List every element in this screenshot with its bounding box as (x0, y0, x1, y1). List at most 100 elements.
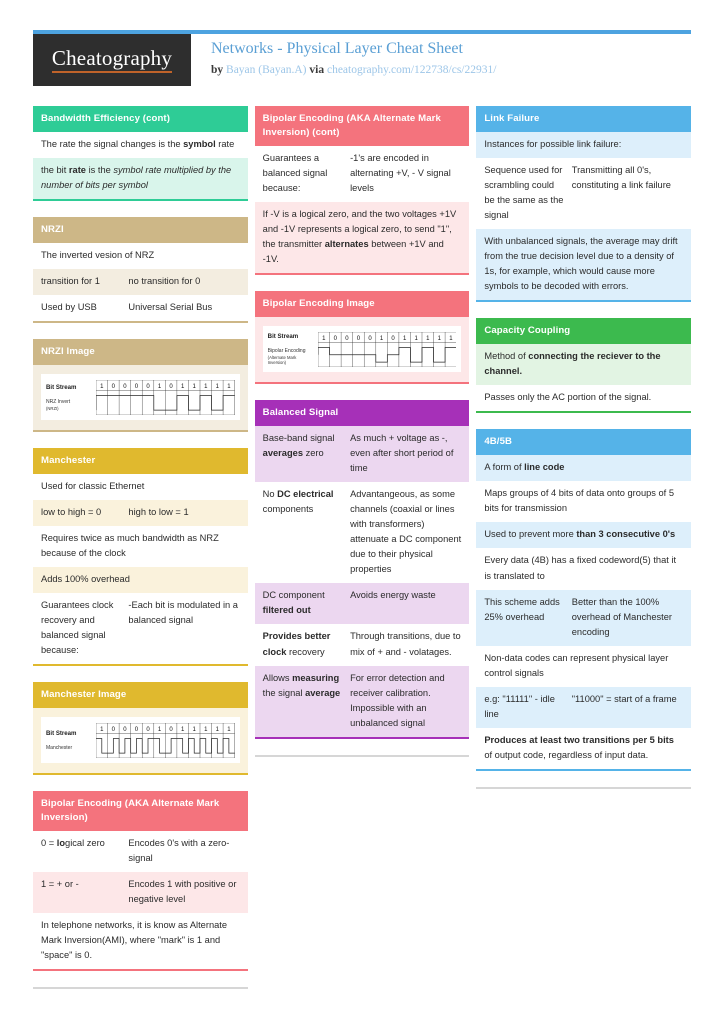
svg-text:0: 0 (135, 384, 139, 390)
svg-text:0: 0 (135, 727, 139, 733)
svg-text:1: 1 (380, 336, 384, 342)
svg-text:1: 1 (181, 727, 185, 733)
svg-text:1: 1 (158, 727, 162, 733)
card-body-link-failure: Instances for possible link failure: Sequ… (476, 131, 692, 303)
waveform-chart: 1 0 0 0 0 1 0 1 1 1 1 1 (96, 723, 235, 759)
svg-text:0: 0 (123, 727, 127, 733)
table-row: A form of line code (476, 455, 692, 482)
row-cell-primary: Method of connecting the reciever to the… (484, 351, 661, 377)
figure-label-bitstream: Bit Stream (267, 333, 299, 341)
by-label: by (211, 63, 227, 76)
row-cell-primary: Adds 100% overhead (41, 574, 130, 585)
svg-text:0: 0 (112, 727, 116, 733)
svg-text:1: 1 (216, 384, 220, 390)
logo-text: Cheatography (51, 47, 173, 73)
svg-text:1: 1 (449, 336, 453, 342)
figure-label-encoding-sub: (Alternate Mark Inversion) (267, 354, 297, 366)
card-title-4b5b: 4B/5B (476, 429, 692, 456)
table-row: e.g: "11111" - idle line "11000" = start … (476, 686, 692, 728)
row-cell-primary: Instances for possible link failure: (484, 138, 622, 149)
table-row: Allows measuring the signal average For e… (254, 665, 470, 737)
row-cell-primary: No DC electrical components (262, 489, 334, 515)
svg-text:0: 0 (169, 384, 173, 390)
figure-wrap-manchester-image: Bit Stream Manchester 1 0 0 0 0 1 0 1 1 1 1 1 (33, 708, 248, 774)
table-row: With unbalanced signals, the average may… (476, 229, 692, 301)
row-cell-primary: Guarantees a balanced signal because: (262, 152, 328, 193)
card-balanced-signal: Balanced Signal Base-band signal averages… (254, 400, 470, 739)
svg-text:0: 0 (146, 384, 150, 390)
waveform-figure: Bit Stream Manchester 1 0 0 0 0 1 0 1 1 1 1 1 (41, 717, 240, 764)
card-4b5b: 4B/5B A form of line code Maps groups of 4… (476, 429, 692, 771)
row-cell-secondary: -1's are encoded in alternating +V, - V … (350, 152, 451, 193)
card-capacity-coupling: Capacity Coupling Method of connecting th… (476, 318, 692, 414)
svg-text:0: 0 (146, 727, 150, 733)
table-row: Used for classic Ethernet (33, 473, 248, 500)
table-row: the bit rate is the symbol rate multipli… (33, 157, 248, 200)
table-row: In telephone networks, it is know as Alt… (33, 913, 248, 970)
row-cell-primary: Provides better clock recovery (262, 631, 331, 657)
card-link-failure: Link Failure Instances for possible link … (476, 106, 692, 303)
card-body-nrzi-image: Bit Stream NRZ Invert (NRZI) 1 0 0 0 0 1 0 1 1 1 1 1 (33, 365, 248, 432)
svg-text:1: 1 (100, 384, 104, 390)
table-row: If -V is a logical zero, and the two vol… (254, 201, 470, 274)
row-cell-secondary: Encodes 0's with a zero-signal (128, 838, 230, 864)
via-label: via (306, 63, 327, 76)
table-row: The rate the signal changes is the symbo… (33, 131, 248, 158)
figure-label-encoding: Manchester (46, 745, 73, 752)
svg-text:1: 1 (227, 727, 231, 733)
table-row: Guarantees clock recovery and balanced s… (33, 593, 248, 665)
svg-text:1: 1 (158, 384, 162, 390)
svg-text:1: 1 (193, 384, 197, 390)
svg-text:0: 0 (112, 384, 116, 390)
figure-label-bitstream: Bit Stream (46, 383, 77, 391)
figure-label-encoding-sub: (NRZI) (46, 405, 59, 411)
row-cell-primary: DC component filtered out (262, 590, 325, 616)
source-url-link[interactable]: cheatography.com/122738/cs/22931/ (327, 64, 496, 76)
card-body-balanced-signal: Base-band signal averages zero As much + … (254, 425, 470, 739)
row-cell-secondary: Through transitions, due to mix of + and… (350, 631, 461, 657)
figure-label-bitstream: Bit Stream (46, 729, 77, 737)
row-cell-primary: the bit rate is the symbol rate multipli… (41, 164, 232, 190)
column-footer-rule (476, 786, 692, 789)
table-row: Requires twice as much bandwidth as NRZ … (33, 525, 248, 568)
card-title-bipolar-encoding-cont: Bipolar Encoding (AKA Alternate Mark Inv… (254, 106, 470, 146)
column-3: Link Failure Instances for possible link … (476, 106, 692, 989)
row-cell-primary: If -V is a logical zero, and the two vol… (262, 208, 457, 265)
author-link[interactable]: Bayan (Bayan.A) (226, 64, 306, 76)
svg-text:1: 1 (414, 336, 418, 342)
column-footer-rule (33, 987, 248, 990)
table-row: 0 = logical zero Encodes 0's with a zero-… (33, 831, 248, 873)
row-cell-primary: transition for 1 (41, 276, 100, 286)
card-title-link-failure: Link Failure (476, 106, 692, 132)
table-row: The inverted vesion of NRZ (33, 242, 248, 269)
card-title-manchester-image: Manchester Image (33, 682, 248, 709)
table-row: Guarantees a balanced signal because: -1'… (254, 145, 470, 202)
row-cell-primary: Used for classic Ethernet (41, 480, 145, 491)
figure-labels: Bit Stream Bipolar Encoding (Alternate Mar… (268, 333, 318, 366)
card-body-manchester: Used for classic Ethernet low to high = 0… (33, 473, 248, 667)
row-cell-primary: Guarantees clock recovery and balanced s… (41, 600, 114, 656)
row-cell-primary: 1 = + or - (41, 879, 79, 890)
table-row: Used to prevent more than 3 consecutive … (476, 522, 692, 549)
card-title-nrzi: NRZI (33, 217, 248, 243)
card-body-bipolar-encoding-cont: Guarantees a balanced signal because: -1'… (254, 145, 470, 276)
card-body-manchester-image: Bit Stream Manchester 1 0 0 0 0 1 0 1 1 1 1 1 (33, 708, 248, 776)
table-row: Provides better clock recovery Through tr… (254, 624, 470, 666)
column-footer-rule (254, 754, 470, 757)
row-cell-secondary: As much + voltage as -, even after short… (350, 432, 454, 474)
svg-text:1: 1 (227, 384, 231, 390)
card-bipolar-encoding-image: Bipolar Encoding Image Bit Stream Bipolar … (254, 291, 470, 385)
table-row: low to high = 0 high to low = 1 (33, 499, 248, 526)
row-cell-primary: The rate the signal changes is the symbo… (41, 138, 235, 149)
row-cell-primary: Sequence used for scrambling could be th… (484, 164, 564, 221)
row-cell-primary: Produces at least two transitions per 5 … (484, 734, 674, 760)
row-cell-secondary: no transition for 0 (128, 276, 201, 286)
row-cell-secondary: high to low = 1 (128, 506, 189, 517)
svg-text:1: 1 (322, 336, 326, 342)
table-row: Adds 100% overhead (33, 567, 248, 594)
table-row: Method of connecting the reciever to the… (476, 344, 692, 386)
figure-labels: Bit Stream NRZ Invert (NRZI) (46, 384, 96, 411)
svg-text:0: 0 (123, 384, 127, 390)
row-cell-primary: With unbalanced signals, the average may… (484, 236, 678, 292)
cheatography-logo[interactable]: Cheatography (33, 34, 191, 86)
